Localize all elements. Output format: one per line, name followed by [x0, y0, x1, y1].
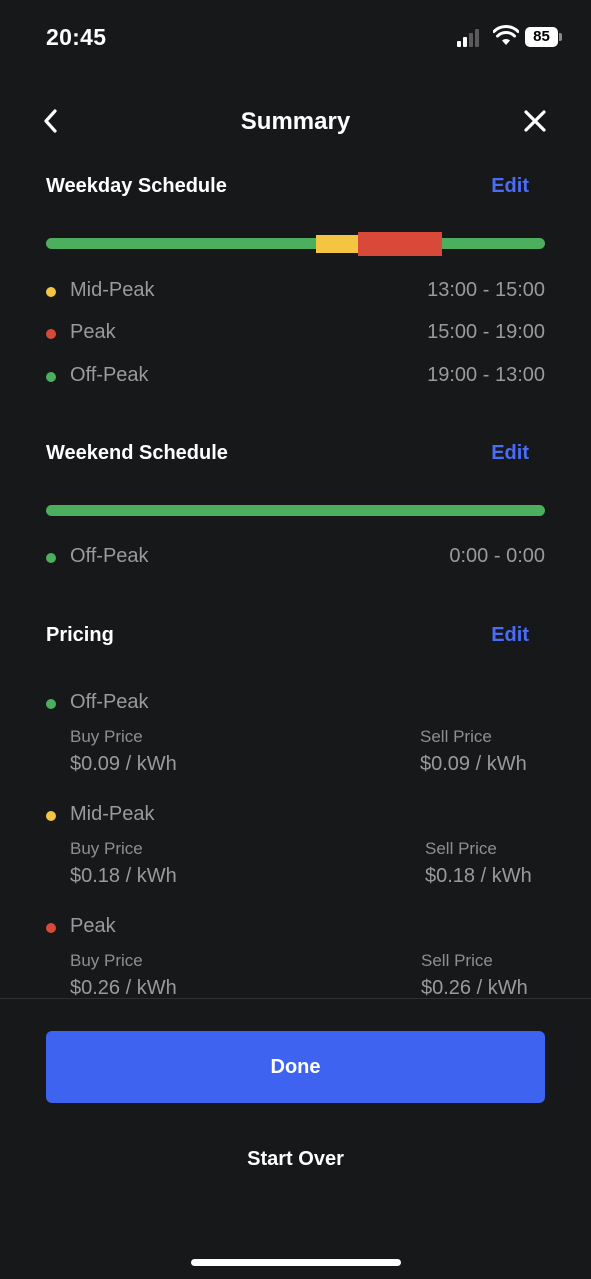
peak-dot: [46, 923, 56, 933]
status-bar: 20:45 85: [0, 0, 591, 76]
buy-price-label: Buy Price: [70, 839, 143, 858]
peak-dot: [46, 329, 56, 339]
home-indicator[interactable]: [191, 1259, 401, 1266]
timeline-mid-peak-segment: [316, 235, 358, 253]
done-button[interactable]: Done: [46, 1031, 545, 1103]
price-tier-mid-peak: Mid-Peak Buy Price $0.18 / kWh Sell Pric…: [46, 801, 545, 891]
price-tier-off-peak: Off-Peak Buy Price $0.09 / kWh Sell Pric…: [46, 689, 545, 779]
off-peak-dot: [46, 372, 56, 382]
timeline-off-peak-track: [46, 238, 545, 249]
sell-price-label: Sell Price: [421, 951, 493, 970]
buy-price-value: $0.18 / kWh: [70, 865, 177, 887]
weekday-timeline: [46, 232, 545, 256]
wifi-icon: [493, 25, 519, 45]
weekend-edit-button[interactable]: Edit: [491, 442, 529, 465]
cellular-signal-icon: [457, 29, 485, 47]
status-time: 20:45: [46, 24, 107, 50]
tier-name: Peak: [70, 915, 116, 937]
start-over-button[interactable]: Start Over: [0, 1148, 591, 1171]
timeline-off-peak-track: [46, 505, 545, 516]
buy-price-value: $0.09 / kWh: [70, 753, 177, 775]
legend-time: 0:00 - 0:00: [449, 545, 545, 567]
battery-icon: 85: [525, 27, 562, 47]
off-peak-dot: [46, 553, 56, 563]
weekday-edit-button[interactable]: Edit: [491, 175, 529, 198]
weekday-legend-off-peak: Off-Peak 19:00 - 13:00: [46, 362, 545, 392]
sell-price-value: $0.09 / kWh: [420, 753, 527, 775]
weekend-legend-off-peak: Off-Peak 0:00 - 0:00: [46, 543, 545, 573]
legend-label: Off-Peak: [70, 364, 149, 386]
weekday-legend-peak: Peak 15:00 - 19:00: [46, 319, 545, 349]
pricing-edit-button[interactable]: Edit: [491, 624, 529, 647]
mid-peak-dot: [46, 811, 56, 821]
footer-divider: [0, 998, 591, 999]
legend-time: 15:00 - 19:00: [427, 321, 545, 343]
legend-label: Peak: [70, 321, 116, 343]
legend-label: Off-Peak: [70, 545, 149, 567]
weekend-schedule-title: Weekend Schedule: [46, 442, 228, 464]
tier-name: Off-Peak: [70, 691, 149, 713]
timeline-peak-segment: [358, 232, 442, 256]
pricing-title: Pricing: [46, 624, 114, 646]
sell-price-value: $0.26 / kWh: [421, 977, 528, 998]
weekend-schedule-header: Weekend Schedule Edit: [46, 442, 545, 472]
close-icon[interactable]: [520, 106, 550, 136]
buy-price-label: Buy Price: [70, 951, 143, 970]
nav-bar: Summary: [0, 96, 591, 148]
legend-label: Mid-Peak: [70, 279, 155, 301]
sell-price-value: $0.18 / kWh: [425, 865, 532, 887]
pricing-header: Pricing Edit: [46, 624, 545, 654]
buy-price-value: $0.26 / kWh: [70, 977, 177, 998]
off-peak-dot: [46, 699, 56, 709]
tier-name: Mid-Peak: [70, 803, 155, 825]
price-tier-peak: Peak Buy Price $0.26 / kWh Sell Price $0…: [46, 913, 545, 998]
legend-time: 19:00 - 13:00: [427, 364, 545, 386]
legend-time: 13:00 - 15:00: [427, 279, 545, 301]
mid-peak-dot: [46, 287, 56, 297]
sell-price-label: Sell Price: [425, 839, 497, 858]
weekday-legend-mid-peak: Mid-Peak 13:00 - 15:00: [46, 277, 545, 307]
buy-price-label: Buy Price: [70, 727, 143, 746]
page-title: Summary: [240, 108, 351, 135]
weekday-schedule-title: Weekday Schedule: [46, 175, 227, 197]
weekday-schedule-header: Weekday Schedule Edit: [46, 175, 545, 205]
sell-price-label: Sell Price: [420, 727, 492, 746]
weekend-timeline: [46, 499, 545, 523]
battery-level: 85: [525, 27, 558, 47]
